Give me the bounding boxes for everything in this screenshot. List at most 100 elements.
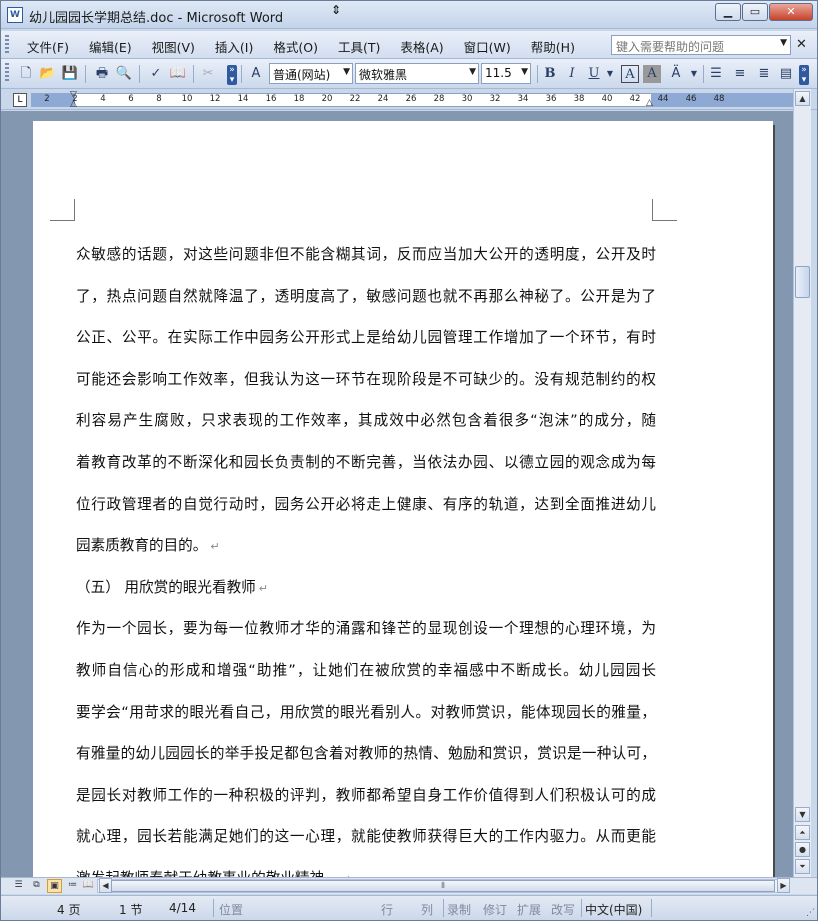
paragraph-mark-icon: ↵ (258, 581, 268, 595)
outline-view-icon[interactable]: ≔ (65, 879, 80, 893)
maximize-button[interactable]: ▭ (742, 3, 768, 21)
menu-item[interactable]: 文件(F) (15, 37, 77, 56)
close-document-button[interactable]: ✕ (796, 37, 807, 52)
font-select[interactable]: 微软雅黑 ▼ (355, 63, 479, 84)
italic-button[interactable]: I (563, 65, 581, 83)
word-app-icon[interactable]: W (7, 7, 23, 23)
minimize-button[interactable]: ▁ (715, 3, 741, 21)
ruler-tick-label: 48 (713, 94, 725, 104)
menu-item[interactable]: 格式(O) (261, 37, 326, 56)
right-indent-marker[interactable]: △ (646, 98, 653, 108)
character-scaling-icon[interactable]: Ä (667, 65, 685, 83)
spelling-check-icon[interactable]: ✓ (147, 65, 165, 83)
status-track-changes[interactable]: 修订 (483, 901, 507, 918)
document-line[interactable]: （五） 用欣赏的眼光看教师 ↵ (76, 576, 656, 597)
open-folder-icon[interactable]: 📂 (39, 65, 57, 83)
ruler-tick-label: 44 (657, 94, 669, 104)
close-button[interactable]: ✕ (769, 3, 813, 21)
distributed-align-icon[interactable]: ▤ (777, 65, 795, 83)
resize-grip-icon[interactable]: ⋰ (806, 908, 815, 918)
cut-icon[interactable]: ✂ (199, 65, 217, 83)
align-center-icon[interactable]: ≡ (731, 65, 749, 83)
document-line[interactable]: 位行政管理者的自觉行动时，园务公开必将走上健康、有序的轨道，达到全面推进幼儿 (76, 493, 656, 514)
scroll-up-button[interactable]: ▲ (795, 91, 810, 106)
status-extend-selection[interactable]: 扩展 (517, 901, 541, 918)
chevron-down-icon[interactable]: ▼ (469, 67, 476, 77)
document-line[interactable]: 是园长对教师工作的一种积极的评判，教师都希望自身工作价值得到人们积极认可的成 (76, 784, 656, 805)
normal-view-icon[interactable]: ☰ (11, 879, 26, 893)
chevron-down-icon[interactable]: ▼ (685, 65, 703, 83)
horizontal-ruler[interactable]: L 2 2 4 6 8 10 12 14 16 18 20 22 24 26 28 30 32 34 36 38 40 4… (1, 90, 817, 110)
toolbar-separator (139, 65, 140, 83)
print-icon[interactable]: 🖶 (93, 65, 111, 83)
document-line[interactable]: 众敏感的话题，对这些问题非但不能含糊其词，反而应当加大公开的透明度，公开及时 (76, 243, 656, 264)
document-line[interactable]: 要学会“用苛求的眼光看自己，用欣赏的眼光看别人。对教师赏识，能体现园长的雅量， (76, 701, 656, 722)
document-line[interactable]: 就心理，园长若能满足她们的这一心理，就能使教师获得巨大的工作内驱力。从而更能 (76, 825, 656, 846)
scroll-right-button[interactable]: ▶ (777, 878, 790, 893)
menu-item[interactable]: 编辑(E) (77, 37, 140, 56)
bold-button[interactable]: B (541, 65, 559, 83)
chevron-down-icon[interactable]: ▼ (601, 65, 619, 83)
menu-grip-handle[interactable] (5, 35, 9, 55)
toolbar-options-chevron[interactable]: » ▾ (227, 65, 237, 85)
font-size-value: 11.5 (485, 66, 512, 80)
scroll-down-button[interactable]: ▼ (795, 807, 810, 822)
character-shading-button[interactable]: A (643, 65, 661, 83)
document-line[interactable]: 教师自信心的形成和增强“助推”，让她们在被欣赏的幸福感中不断成长。幼儿园园长 (76, 659, 656, 680)
next-page-button[interactable]: ⏷ (795, 859, 810, 874)
title-bar[interactable]: W 幼儿园园长学期总结.doc - Microsoft Word ⇕ ▁ ▭ ✕ (1, 1, 817, 29)
styles-formatting-icon[interactable]: A (247, 65, 265, 83)
select-browse-object-button[interactable]: ● (795, 842, 810, 857)
status-page[interactable]: 4 页 (57, 901, 80, 918)
document-line[interactable]: 激发起教师奉献于幼教事业的敬业精神。↵ (76, 867, 656, 877)
toolbar-grip-handle[interactable] (5, 63, 9, 83)
ruler-tick-label: 42 (629, 94, 641, 104)
menu-item[interactable]: 插入(I) (203, 37, 261, 56)
status-record-macro[interactable]: 录制 (447, 901, 471, 918)
document-line[interactable]: 可能还会影响工作效率，但我认为这一环节在现阶段是不可缺少的。没有规范制约的权 (76, 368, 656, 389)
web-layout-view-icon[interactable]: ⧉ (29, 879, 44, 893)
save-icon[interactable]: 💾 (61, 65, 79, 83)
toolbar-options-chevron[interactable]: » ▾ (799, 65, 809, 85)
align-right-icon[interactable]: ≣ (755, 65, 773, 83)
reading-layout-view-icon[interactable]: 📖 (81, 879, 96, 893)
document-line[interactable]: 利容易产生腐败，只求表现的工作效率，其成效中必然包含着很多“泡沫”的成分，随 (76, 409, 656, 430)
document-line[interactable]: 公正、公平。在实际工作中园务公开形式上是给幼儿园管理工作增加了一个环节，有时 (76, 326, 656, 347)
document-line[interactable]: 园素质教育的目的。 ↵ (76, 534, 656, 555)
document-line[interactable]: 有雅量的幼儿园园长的举手投足都包含着对教师的热情、勉励和赏识，赏识是一种认可， (76, 742, 656, 763)
status-separator (651, 899, 652, 917)
left-indent-marker[interactable]: △ (70, 99, 77, 109)
help-question-input[interactable]: 键入需要帮助的问题 ▼ (611, 35, 791, 55)
horizontal-scroll-thumb[interactable]: ⦀ (111, 880, 775, 892)
menu-item[interactable]: 视图(V) (140, 37, 203, 56)
print-layout-view-icon[interactable]: ▣ (47, 879, 62, 893)
vertical-scrollbar[interactable]: ▲ ▼ ⏶ ● ⏷ (793, 89, 811, 877)
chevron-down-icon[interactable]: ▼ (780, 38, 787, 48)
chevron-down-icon[interactable]: ▼ (521, 67, 528, 77)
document-line[interactable]: 着教育改革的不断深化和园长负责制的不断完善，当依法办园、以德立园的观念成为每 (76, 451, 656, 472)
chevron-down-icon[interactable]: ▼ (343, 67, 350, 77)
status-page-of[interactable]: 4/14 (169, 901, 196, 915)
research-icon[interactable]: 📖 (169, 65, 187, 83)
status-section[interactable]: 1 节 (119, 901, 142, 918)
font-color-button[interactable]: A (621, 65, 639, 83)
menu-item[interactable]: 帮助(H) (519, 37, 583, 56)
status-language[interactable]: 中文(中国) (585, 901, 642, 918)
font-size-select[interactable]: 11.5 ▼ (481, 63, 531, 84)
new-document-icon[interactable]: 🗋 (17, 65, 35, 83)
print-preview-icon[interactable]: 🔍 (115, 65, 133, 83)
document-line[interactable]: 作为一个园长，要为每一位教师才华的涌露和锋芒的显现创设一个理想的心理环境，为 (76, 617, 656, 638)
menu-item[interactable]: 窗口(W) (452, 37, 519, 56)
align-justify-icon[interactable]: ☰ (707, 65, 725, 83)
toolbar-separator (703, 65, 704, 83)
document-workspace[interactable]: 众敏感的话题，对这些问题非但不能含糊其词，反而应当加大公开的透明度，公开及时 了，… (1, 111, 793, 877)
document-line[interactable]: 了，热点问题自然就降温了，透明度高了，敏感问题也就不再那么神秘了。公开是为了 (76, 285, 656, 306)
vertical-scroll-thumb[interactable] (795, 266, 810, 298)
tab-selector-button[interactable]: L (13, 93, 27, 107)
document-page[interactable]: 众敏感的话题，对这些问题非但不能含糊其词，反而应当加大公开的透明度，公开及时 了，… (33, 121, 773, 877)
status-overtype[interactable]: 改写 (551, 901, 575, 918)
menu-item[interactable]: 表格(A) (388, 37, 451, 56)
previous-page-button[interactable]: ⏶ (795, 825, 810, 840)
menu-item[interactable]: 工具(T) (326, 37, 388, 56)
style-select[interactable]: 普通(网站) ▼ (269, 63, 353, 84)
